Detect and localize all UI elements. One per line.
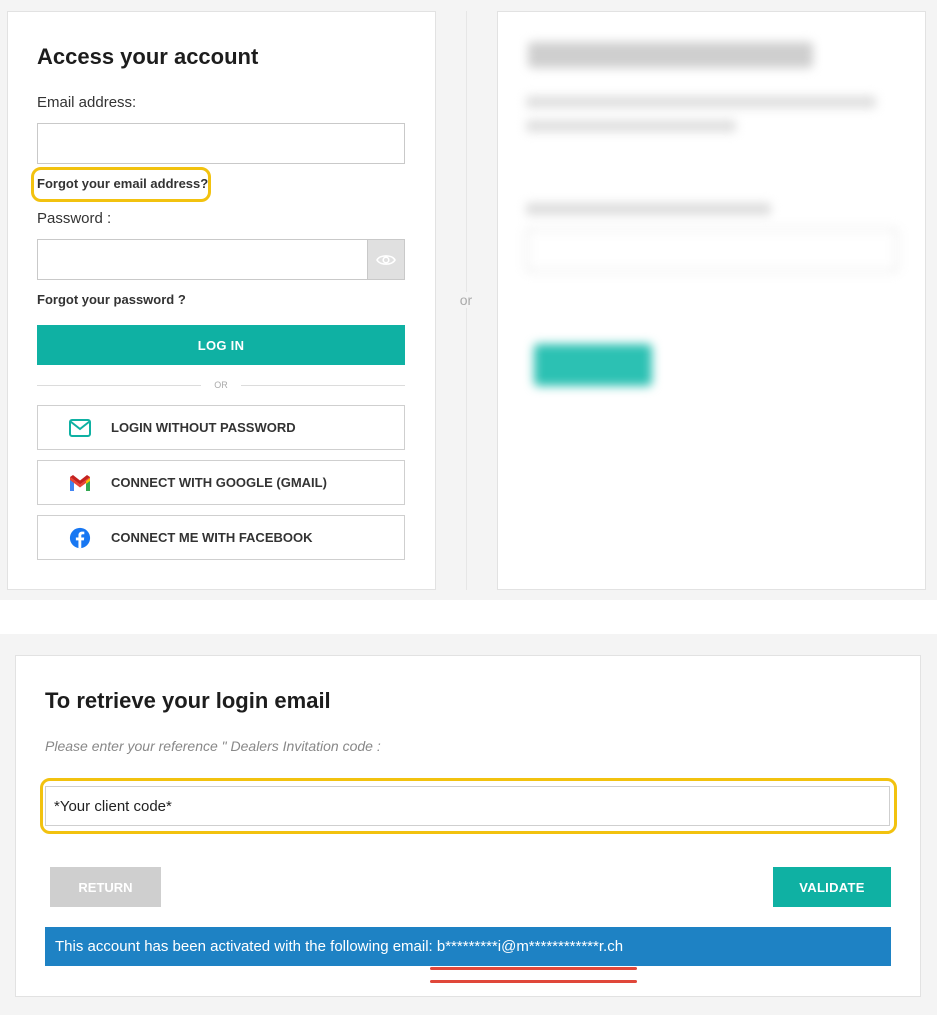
or-separator: or bbox=[452, 292, 480, 308]
forgot-password-link[interactable]: Forgot your password ? bbox=[37, 292, 186, 307]
show-password-button[interactable] bbox=[368, 239, 405, 280]
login-title: Access your account bbox=[37, 44, 259, 69]
facebook-connect-button[interactable]: CONNECT ME WITH FACEBOOK bbox=[37, 515, 405, 560]
social-label: LOGIN WITHOUT PASSWORD bbox=[111, 420, 296, 435]
email-underline-annotation bbox=[430, 980, 637, 983]
email-field[interactable] bbox=[37, 123, 405, 164]
retrieve-title: To retrieve your login email bbox=[45, 688, 331, 713]
activation-info-message: This account has been activated with the… bbox=[45, 927, 891, 966]
or-small-label: OR bbox=[214, 380, 228, 390]
facebook-icon bbox=[69, 527, 91, 549]
or-line-left bbox=[37, 385, 201, 386]
validate-button[interactable]: VALIDATE bbox=[773, 867, 891, 907]
blurred-title bbox=[528, 42, 813, 68]
blurred-text bbox=[526, 96, 876, 108]
blurred-input bbox=[526, 228, 898, 272]
social-label: CONNECT WITH GOOGLE (GMAIL) bbox=[111, 475, 327, 490]
blurred-text bbox=[526, 120, 736, 132]
reference-note: Please enter your reference " Dealers In… bbox=[45, 738, 381, 754]
login-without-password-button[interactable]: LOGIN WITHOUT PASSWORD bbox=[37, 405, 405, 450]
client-code-input[interactable] bbox=[45, 786, 890, 826]
gmail-icon bbox=[70, 475, 90, 491]
blurred-button bbox=[534, 344, 652, 386]
email-underline-annotation bbox=[430, 967, 637, 970]
or-line-right bbox=[241, 385, 405, 386]
login-button[interactable]: LOG IN bbox=[37, 325, 405, 365]
return-button[interactable]: RETURN bbox=[50, 867, 161, 907]
password-field[interactable] bbox=[37, 239, 368, 280]
blurred-label bbox=[526, 203, 771, 215]
mail-icon bbox=[69, 419, 91, 437]
password-label: Password : bbox=[37, 210, 112, 227]
email-label: Email address: bbox=[37, 94, 137, 111]
info-message-text: This account has been activated with the… bbox=[55, 938, 624, 955]
social-label: CONNECT ME WITH FACEBOOK bbox=[111, 530, 313, 545]
google-connect-button[interactable]: CONNECT WITH GOOGLE (GMAIL) bbox=[37, 460, 405, 505]
forgot-email-link[interactable]: Forgot your email address? bbox=[37, 176, 208, 191]
eye-icon bbox=[376, 254, 396, 265]
